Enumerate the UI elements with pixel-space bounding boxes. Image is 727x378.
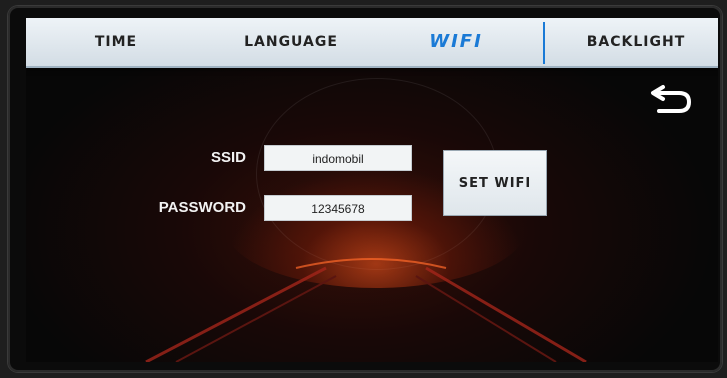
tab-wifi[interactable]: WIFI — [401, 18, 511, 66]
tab-language[interactable]: LANGUAGE — [216, 18, 366, 66]
ssid-field[interactable]: indomobil — [264, 145, 412, 171]
tab-bar: TIME LANGUAGE WIFI BACKLIGHT — [26, 18, 718, 68]
back-button[interactable] — [646, 78, 698, 118]
tab-backlight[interactable]: BACKLIGHT — [556, 18, 716, 66]
password-field[interactable]: 12345678 — [264, 195, 412, 221]
background-lines — [145, 258, 587, 362]
screen: TIME LANGUAGE WIFI BACKLIGHT SSID indomo… — [26, 18, 718, 362]
tab-time[interactable]: TIME — [56, 18, 176, 66]
password-label: PASSWORD — [158, 199, 246, 216]
set-wifi-button[interactable]: SET WIFI — [443, 150, 547, 216]
tab-divider — [543, 22, 545, 64]
ssid-label: SSID — [210, 149, 246, 166]
return-arrow-icon — [651, 85, 692, 113]
